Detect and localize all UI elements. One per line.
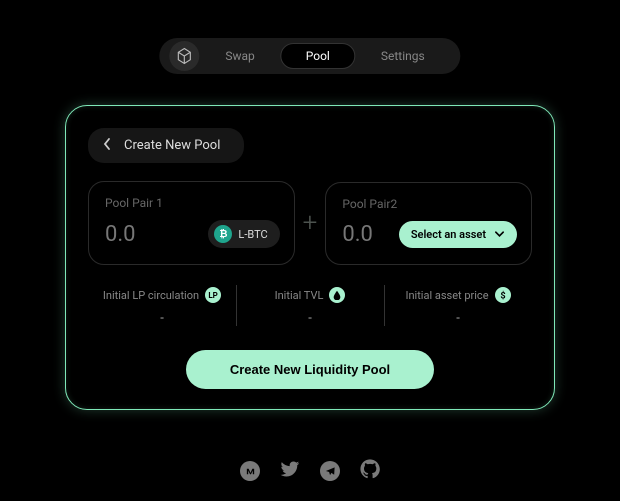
- back-icon[interactable]: [102, 136, 112, 155]
- card-title-row[interactable]: Create New Pool: [88, 128, 244, 163]
- pair-2-value[interactable]: 0.0: [342, 222, 373, 247]
- create-pool-card: Create New Pool Pool Pair 1 0.0 ₿ L-BTC …: [65, 105, 555, 410]
- stat-tvl-label: Initial TVL: [275, 289, 324, 302]
- stat-tvl-value: -: [244, 311, 376, 326]
- stat-price-label: Initial asset price: [405, 289, 488, 302]
- lp-icon: LP: [205, 287, 221, 303]
- nav-pool[interactable]: Pool: [281, 43, 355, 69]
- pair-1-asset-label: L-BTC: [238, 228, 267, 241]
- stat-lp: Initial LP circulation LP -: [88, 283, 236, 328]
- bitcoin-icon: ₿: [214, 225, 232, 243]
- dollar-icon: $: [495, 287, 511, 303]
- pair-1-value[interactable]: 0.0: [105, 222, 136, 247]
- stat-price: Initial asset price $ -: [384, 283, 532, 328]
- logo-icon: [169, 41, 199, 71]
- nav-swap[interactable]: Swap: [207, 43, 272, 69]
- twitter-icon[interactable]: [280, 459, 300, 483]
- chevron-down-icon: [494, 228, 505, 241]
- pair-1-label: Pool Pair 1: [105, 196, 280, 210]
- svg-text:$: $: [500, 290, 505, 300]
- stats-row: Initial LP circulation LP - Initial TVL …: [88, 283, 532, 328]
- telegram-icon[interactable]: [320, 461, 340, 481]
- stat-price-value: -: [392, 311, 524, 326]
- create-pool-button[interactable]: Create New Liquidity Pool: [186, 350, 434, 389]
- stat-tvl: Initial TVL -: [236, 283, 384, 328]
- select-asset-label: Select an asset: [411, 228, 486, 241]
- pair-1-box: Pool Pair 1 0.0 ₿ L-BTC: [88, 181, 295, 265]
- footer-links: [240, 459, 380, 483]
- stat-lp-value: -: [96, 311, 228, 326]
- medium-icon[interactable]: [240, 461, 260, 481]
- top-nav: Swap Pool Settings: [159, 38, 460, 74]
- github-icon[interactable]: [360, 459, 380, 483]
- nav-settings[interactable]: Settings: [363, 43, 443, 69]
- drop-icon: [329, 287, 345, 303]
- pair-1-asset-chip[interactable]: ₿ L-BTC: [208, 220, 279, 248]
- stat-lp-label: Initial LP circulation: [103, 289, 199, 302]
- pair-2-label: Pool Pair2: [342, 197, 517, 211]
- card-title: Create New Pool: [124, 138, 220, 153]
- pair-2-box: Pool Pair2 0.0 Select an asset: [325, 182, 532, 265]
- plus-icon: +: [295, 208, 326, 238]
- select-asset-button[interactable]: Select an asset: [399, 221, 517, 248]
- pair-inputs: Pool Pair 1 0.0 ₿ L-BTC + Pool Pair2 0.0…: [88, 181, 532, 265]
